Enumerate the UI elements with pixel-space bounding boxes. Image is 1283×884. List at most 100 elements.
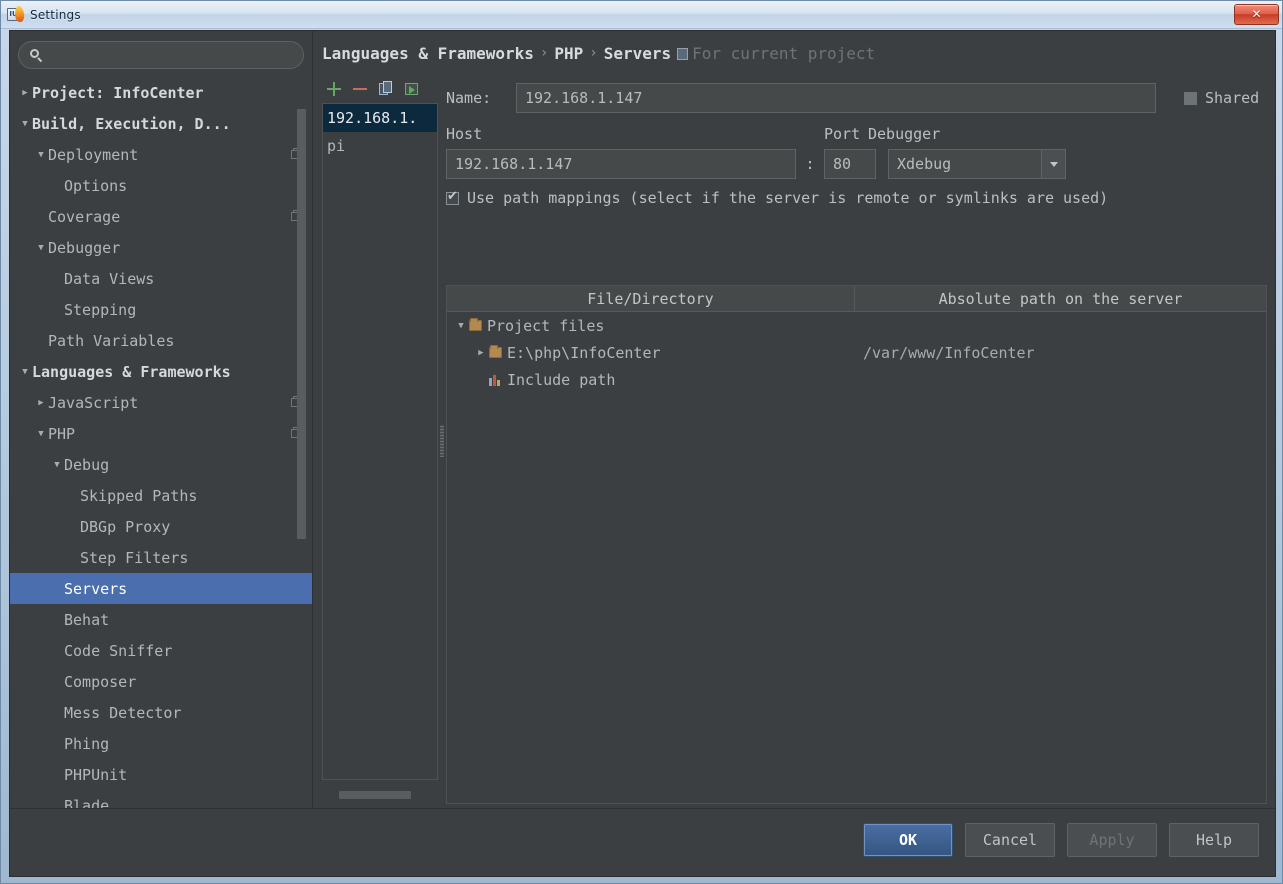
sidebar-item-path-variables[interactable]: Path Variables	[10, 325, 312, 356]
remove-server-icon[interactable]	[352, 81, 368, 97]
close-icon[interactable]: ✕	[1234, 4, 1279, 25]
sidebar-item-options[interactable]: Options	[10, 170, 312, 201]
sidebar-item-debug[interactable]: ▼ Debug	[10, 449, 312, 480]
debugger-select[interactable]: Xdebug	[888, 149, 1066, 179]
search-box[interactable]	[18, 41, 304, 69]
port-input[interactable]	[824, 149, 876, 179]
sidebar-item-code-sniffer[interactable]: Code Sniffer	[10, 635, 312, 666]
column-header-file-directory[interactable]: File/Directory	[447, 286, 855, 311]
path-mapping-row[interactable]: Include path	[447, 366, 1266, 393]
sidebar-item-label: Skipped Paths	[80, 486, 198, 505]
sidebar-item-coverage[interactable]: Coverage	[10, 201, 312, 232]
sidebar-item-mess-detector[interactable]: Mess Detector	[10, 697, 312, 728]
settings-pane: Languages & Frameworks › PHP › Servers F…	[314, 31, 1275, 808]
sidebar-item-label: Phing	[64, 734, 110, 753]
sidebar-item-build-execution-d[interactable]: ▼ Build, Execution, D...	[10, 108, 312, 139]
sidebar-item-label: Debugger	[48, 238, 121, 257]
sidebar-item-step-filters[interactable]: Step Filters	[10, 542, 312, 573]
sidebar-item-blade[interactable]: Blade	[10, 790, 312, 809]
shared-checkbox[interactable]	[1184, 91, 1197, 105]
sidebar-item-behat[interactable]: Behat	[10, 604, 312, 635]
chevron-down-icon[interactable]: ▼	[18, 119, 32, 129]
path-mapping-server-cell[interactable]: /var/www/InfoCenter	[855, 344, 1266, 362]
server-details-form: Name: Shared Host Port Debugger	[446, 77, 1267, 804]
sidebar-item-project-infocenter[interactable]: ▶ Project: InfoCenter	[10, 77, 312, 108]
path-mappings-row[interactable]: Use path mappings (select if the server …	[446, 189, 1267, 207]
chevron-down-icon[interactable]: ▼	[34, 243, 48, 253]
path-mappings-table: File/Directory Absolute path on the serv…	[446, 285, 1267, 804]
path-mapping-file-cell: Include path	[447, 371, 855, 389]
sidebar-item-skipped-paths[interactable]: Skipped Paths	[10, 480, 312, 511]
use-path-mappings-label: Use path mappings (select if the server …	[467, 189, 1109, 207]
chevron-down-icon[interactable]: ▼	[453, 321, 469, 331]
sidebar-scrollbar-thumb[interactable]	[297, 109, 306, 539]
sidebar-item-label: Deployment	[48, 145, 139, 164]
name-input[interactable]	[516, 83, 1156, 113]
sidebar-item-debugger[interactable]: ▼ Debugger	[10, 232, 312, 263]
chevron-right-icon[interactable]: ▶	[34, 398, 48, 408]
name-row: Name: Shared	[446, 83, 1267, 113]
breadcrumb-separator-2: ›	[589, 45, 598, 61]
name-label: Name:	[446, 89, 492, 107]
sidebar-item-label: PHP	[48, 424, 76, 443]
settings-dialog: ▶ Project: InfoCenter ▼ Build, Execution, D…	[9, 30, 1276, 877]
sidebar-item-languages-frameworks[interactable]: ▼ Languages & Frameworks	[10, 356, 312, 387]
breadcrumb-part-1[interactable]: Languages & Frameworks	[322, 44, 534, 63]
window-title: Settings	[30, 7, 81, 22]
copy-server-icon[interactable]	[378, 81, 394, 97]
sidebar-item-label: Coverage	[48, 207, 121, 226]
intellij-idea-icon: IU	[7, 5, 25, 24]
host-port-labels-row: Host Port Debugger	[446, 125, 1267, 143]
host-input[interactable]	[446, 149, 796, 179]
help-button[interactable]: Help	[1169, 823, 1259, 857]
cancel-button[interactable]: Cancel	[965, 823, 1055, 857]
sidebar-item-deployment[interactable]: ▼ Deployment	[10, 139, 312, 170]
sidebar-item-label: Code Sniffer	[64, 641, 173, 660]
column-header-server-path[interactable]: Absolute path on the server	[855, 286, 1266, 311]
chevron-down-icon[interactable]: ▼	[34, 150, 48, 160]
server-list-hscrollbar[interactable]	[323, 790, 437, 800]
path-mapping-row[interactable]: ▶ E:\php\InfoCenter/var/www/InfoCenter	[447, 339, 1266, 366]
chevron-down-icon[interactable]: ▼	[18, 367, 32, 377]
path-mapping-file-cell: ▶ E:\php\InfoCenter	[447, 344, 855, 362]
sidebar-item-phpunit[interactable]: PHPUnit	[10, 759, 312, 790]
chevron-down-icon[interactable]: ▼	[34, 429, 48, 439]
sidebar-item-data-views[interactable]: Data Views	[10, 263, 312, 294]
search-input[interactable]	[51, 46, 293, 64]
window-titlebar[interactable]: IU Settings ✕	[1, 1, 1282, 29]
sidebar-item-composer[interactable]: Composer	[10, 666, 312, 697]
sidebar-item-dbgp-proxy[interactable]: DBGp Proxy	[10, 511, 312, 542]
sidebar-search-wrap	[10, 31, 312, 75]
path-mapping-row[interactable]: ▼ Project files	[447, 312, 1266, 339]
sidebar-item-label: Debug	[64, 455, 110, 474]
panel-splitter[interactable]	[438, 77, 446, 804]
host-port-fields-row: : Xdebug	[446, 149, 1267, 179]
screen-root: IU Settings ✕ ▶ Project: InfoCenter ▼ Bu…	[0, 0, 1283, 884]
server-list-item[interactable]: 192.168.1.	[323, 104, 437, 132]
path-mapping-file-label: E:\php\InfoCenter	[507, 343, 661, 362]
chevron-right-icon[interactable]: ▶	[18, 88, 32, 98]
server-list-hscrollbar-thumb[interactable]	[339, 791, 411, 799]
splitter-grip-icon[interactable]	[440, 424, 444, 457]
debugger-select-value: Xdebug	[897, 155, 952, 173]
import-server-icon[interactable]	[404, 81, 420, 97]
sidebar-item-javascript[interactable]: ▶ JavaScript	[10, 387, 312, 418]
sidebar-item-phing[interactable]: Phing	[10, 728, 312, 759]
server-list[interactable]: 192.168.1. pi	[322, 103, 438, 780]
sidebar-item-label: Languages & Frameworks	[32, 362, 231, 381]
sidebar-item-php[interactable]: ▼ PHP	[10, 418, 312, 449]
sidebar-item-label: Behat	[64, 610, 110, 629]
apply-button[interactable]: Apply	[1067, 823, 1157, 857]
chevron-right-icon[interactable]: ▶	[473, 348, 489, 358]
chevron-down-icon[interactable]	[1041, 150, 1065, 178]
use-path-mappings-checkbox[interactable]	[446, 189, 459, 205]
breadcrumb-part-2[interactable]: PHP	[554, 44, 583, 63]
sidebar-item-stepping[interactable]: Stepping	[10, 294, 312, 325]
sidebar-item-servers[interactable]: Servers	[10, 573, 312, 604]
server-list-panel: 192.168.1. pi	[322, 77, 438, 804]
server-list-item[interactable]: pi	[323, 132, 437, 160]
ok-button[interactable]: OK	[863, 823, 953, 857]
server-list-toolbar	[322, 77, 438, 101]
add-server-icon[interactable]	[326, 81, 342, 97]
chevron-down-icon[interactable]: ▼	[50, 460, 64, 470]
